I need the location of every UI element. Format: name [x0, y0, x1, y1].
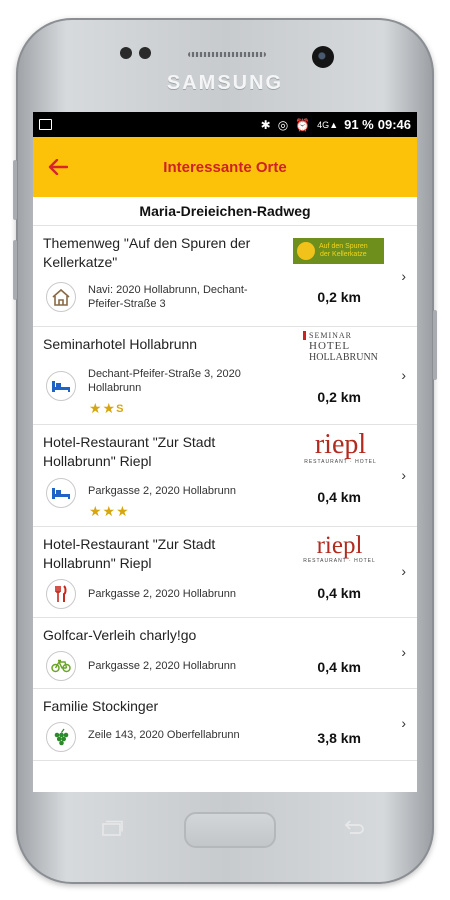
chevron-right-icon: ›: [401, 644, 406, 660]
chevron-right-icon: ›: [401, 268, 406, 284]
grapes-icon: [46, 722, 76, 752]
star-rating: ★★★: [89, 503, 130, 519]
stars-superior: S: [116, 403, 125, 415]
list-item[interactable]: Themenweg "Auf den Spuren der Kellerkatz…: [33, 226, 417, 327]
chevron-right-icon: ›: [401, 563, 406, 579]
item-title: Seminarhotel Hollabrunn: [43, 336, 198, 352]
sensor-dot: [120, 47, 132, 59]
earpiece-grille: [188, 52, 266, 57]
riepl-logo: riepl RESTAURANT · HOTEL: [302, 533, 377, 564]
list-item[interactable]: Hotel-Restaurant "Zur Stadt Hollabrunn" …: [33, 527, 417, 618]
volume-button-lower: [13, 240, 17, 300]
item-distance: 0,4 km: [317, 585, 361, 601]
logo-sub: RESTAURANT · HOTEL: [303, 558, 376, 564]
recent-apps-icon[interactable]: [98, 820, 124, 841]
logo-line: HOTEL: [309, 340, 351, 352]
stars: ★★: [89, 400, 117, 416]
list-item[interactable]: Hotel-Restaurant "Zur Stadt Hollabrunn" …: [33, 425, 417, 527]
back-key-icon[interactable]: [341, 819, 367, 840]
item-distance: 0,2 km: [317, 289, 361, 305]
places-list: Themenweg "Auf den Spuren der Kellerkatz…: [33, 225, 417, 761]
riepl-logo: riepl RESTAURANT · HOTEL: [298, 429, 383, 466]
list-item[interactable]: Familie Stockinger Zeile 143, 2020 Oberf…: [33, 689, 417, 761]
logo-line: HOLLABRUNN: [309, 352, 378, 363]
logo-name: riepl: [316, 532, 363, 559]
item-title: Hotel-Restaurant "Zur Stadt Hollabrunn" …: [43, 434, 216, 469]
arrow-left-icon: [48, 159, 68, 175]
chevron-right-icon: ›: [401, 467, 406, 483]
bicycle-icon: [46, 651, 76, 681]
chevron-right-icon: ›: [401, 715, 406, 731]
item-address: Dechant-Pfeifer-Straße 3, 2020 Hollabrun…: [88, 368, 241, 394]
image-notification-icon: [39, 119, 52, 130]
kellerkatze-logo: Auf den Spuren der Kellerkatze: [293, 238, 384, 264]
seminarhotel-logo: SEMINAR HOTEL HOLLABRUNN: [303, 331, 378, 375]
battery-percent: 91 %: [344, 117, 374, 132]
item-distance: 0,4 km: [317, 489, 361, 505]
alarm-icon: ⏰: [295, 117, 311, 132]
bed-icon: [46, 371, 76, 401]
data-saver-icon: ◎: [277, 117, 289, 132]
logo-line: SEMINAR: [303, 331, 378, 340]
list-item[interactable]: Seminarhotel Hollabrunn SEMINAR HOTEL HO…: [33, 327, 417, 425]
item-title: Familie Stockinger: [43, 698, 159, 714]
item-distance: 0,2 km: [317, 389, 361, 405]
fork-knife-icon: [46, 579, 76, 609]
section-title: Maria-Dreieichen-Radweg: [139, 203, 311, 219]
logo-line: der Kellerkatze: [319, 251, 367, 258]
signal-icon: 4G▲: [317, 119, 339, 130]
screen: ✱ ◎ ⏰ 4G▲ 91 % 09:46 Interessante Orte M…: [33, 112, 417, 792]
volume-button: [13, 160, 17, 220]
item-address: Parkgasse 2, 2020 Hollabrunn: [88, 660, 236, 672]
clock: 09:46: [377, 117, 411, 132]
item-address: Zeile 143, 2020 Oberfellabrunn: [88, 729, 240, 741]
item-title: Themenweg "Auf den Spuren der Kellerkatz…: [43, 235, 251, 270]
network-type: 4G: [317, 119, 330, 130]
item-address: Navi: 2020 Hollabrunn, Dechant-Pfeifer-S…: [88, 284, 248, 310]
bluetooth-icon: ✱: [260, 117, 271, 132]
page-title: Interessante Orte: [163, 158, 287, 176]
bed-icon: [46, 478, 76, 508]
item-address: Parkgasse 2, 2020 Hollabrunn: [88, 485, 236, 497]
status-bar: ✱ ◎ ⏰ 4G▲ 91 % 09:46: [33, 112, 417, 137]
cat-icon: [297, 242, 315, 260]
sensor-dot: [139, 47, 151, 59]
item-distance: 3,8 km: [317, 730, 361, 746]
power-button: [433, 310, 437, 380]
logo-line: Auf den Spuren: [319, 243, 368, 250]
house-icon: [46, 282, 76, 312]
app-bar: Interessante Orte: [33, 137, 417, 197]
front-camera: [312, 46, 334, 68]
brand-logo: SAMSUNG: [166, 72, 284, 94]
logo-sub: RESTAURANT · HOTEL: [304, 459, 377, 465]
star-rating: ★★S: [89, 400, 124, 417]
chevron-right-icon: ›: [401, 367, 406, 383]
item-title: Hotel-Restaurant "Zur Stadt Hollabrunn" …: [43, 536, 216, 571]
logo-name: riepl: [314, 429, 367, 460]
item-address: Parkgasse 2, 2020 Hollabrunn: [88, 588, 236, 600]
home-button[interactable]: [184, 812, 276, 848]
item-distance: 0,4 km: [317, 659, 361, 675]
list-item[interactable]: Golfcar-Verleih charly!go Parkgasse 2, 2…: [33, 618, 417, 689]
item-title: Golfcar-Verleih charly!go: [43, 627, 197, 643]
back-button[interactable]: [33, 137, 83, 197]
